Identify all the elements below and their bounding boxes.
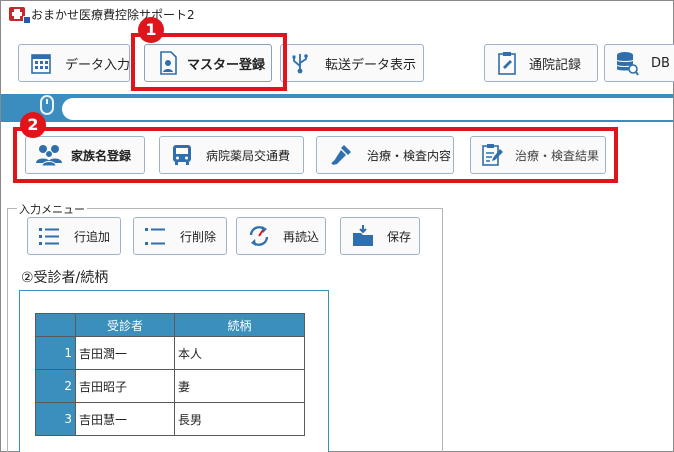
data-entry-button[interactable]: データ入力: [18, 44, 130, 82]
usb-icon: [289, 52, 311, 74]
calendar-grid-icon: [31, 52, 51, 74]
db-button[interactable]: DB: [604, 44, 674, 82]
list-delete-icon: [144, 226, 166, 246]
save-folder-icon: [351, 224, 375, 248]
reload-icon: [247, 224, 271, 248]
input-menu-title: 入力メニュー: [17, 201, 87, 217]
section-title: ②受診者/続柄: [21, 270, 109, 286]
callout-badge-2: 2: [20, 112, 46, 138]
save-label: 保存: [387, 229, 412, 244]
relation-cell[interactable]: 妻: [174, 369, 305, 403]
row-number: 3: [35, 402, 76, 436]
add-row-button[interactable]: 行追加: [27, 217, 121, 255]
clipboard-icon: [497, 51, 517, 75]
database-search-icon: [615, 50, 639, 76]
row-number-header: [35, 313, 76, 337]
patient-cell[interactable]: 吉田昭子: [75, 369, 175, 403]
reload-button[interactable]: 再読込: [236, 217, 326, 255]
ribbon-input[interactable]: [62, 98, 673, 120]
delete-row-label: 行削除: [180, 229, 217, 244]
row-number: 1: [35, 336, 76, 370]
db-label: DB: [651, 55, 670, 71]
delete-row-button[interactable]: 行削除: [133, 217, 227, 255]
relation-column-header: 続柄: [174, 313, 305, 337]
add-row-label: 行追加: [74, 229, 111, 244]
data-entry-label: データ入力: [65, 57, 130, 73]
visit-record-label: 通院記録: [529, 57, 582, 73]
title-bar: おまかせ医療費控除サポート2: [1, 1, 673, 27]
patient-cell[interactable]: 吉田潤一: [75, 336, 175, 370]
callout-badge-1: 1: [138, 17, 164, 43]
app-logo-icon: [9, 7, 31, 24]
table-row[interactable]: 2 吉田昭子 妻: [35, 369, 305, 403]
table-row[interactable]: 1 吉田潤一 本人: [35, 336, 305, 370]
row-number: 2: [35, 369, 76, 403]
patient-table: 受診者 続柄 1 吉田潤一 本人 2 吉田昭子 妻 3 吉田慧一 長男: [35, 313, 305, 436]
relation-cell[interactable]: 本人: [174, 336, 305, 370]
relation-cell[interactable]: 長男: [174, 402, 305, 436]
callout-box-master-tabs: [13, 127, 618, 183]
patient-cell[interactable]: 吉田慧一: [75, 402, 175, 436]
list-add-icon: [38, 226, 60, 246]
patient-column-header: 受診者: [75, 313, 175, 337]
window-title: おまかせ医療費控除サポート2: [31, 8, 195, 22]
save-button[interactable]: 保存: [340, 217, 420, 255]
visit-record-button[interactable]: 通院記録: [484, 44, 598, 82]
transfer-data-button[interactable]: 転送データ表示: [280, 44, 424, 82]
transfer-data-label: 転送データ表示: [325, 57, 417, 73]
mouse-icon: [40, 95, 54, 115]
reload-label: 再読込: [283, 229, 320, 244]
table-row[interactable]: 3 吉田慧一 長男: [35, 402, 305, 436]
